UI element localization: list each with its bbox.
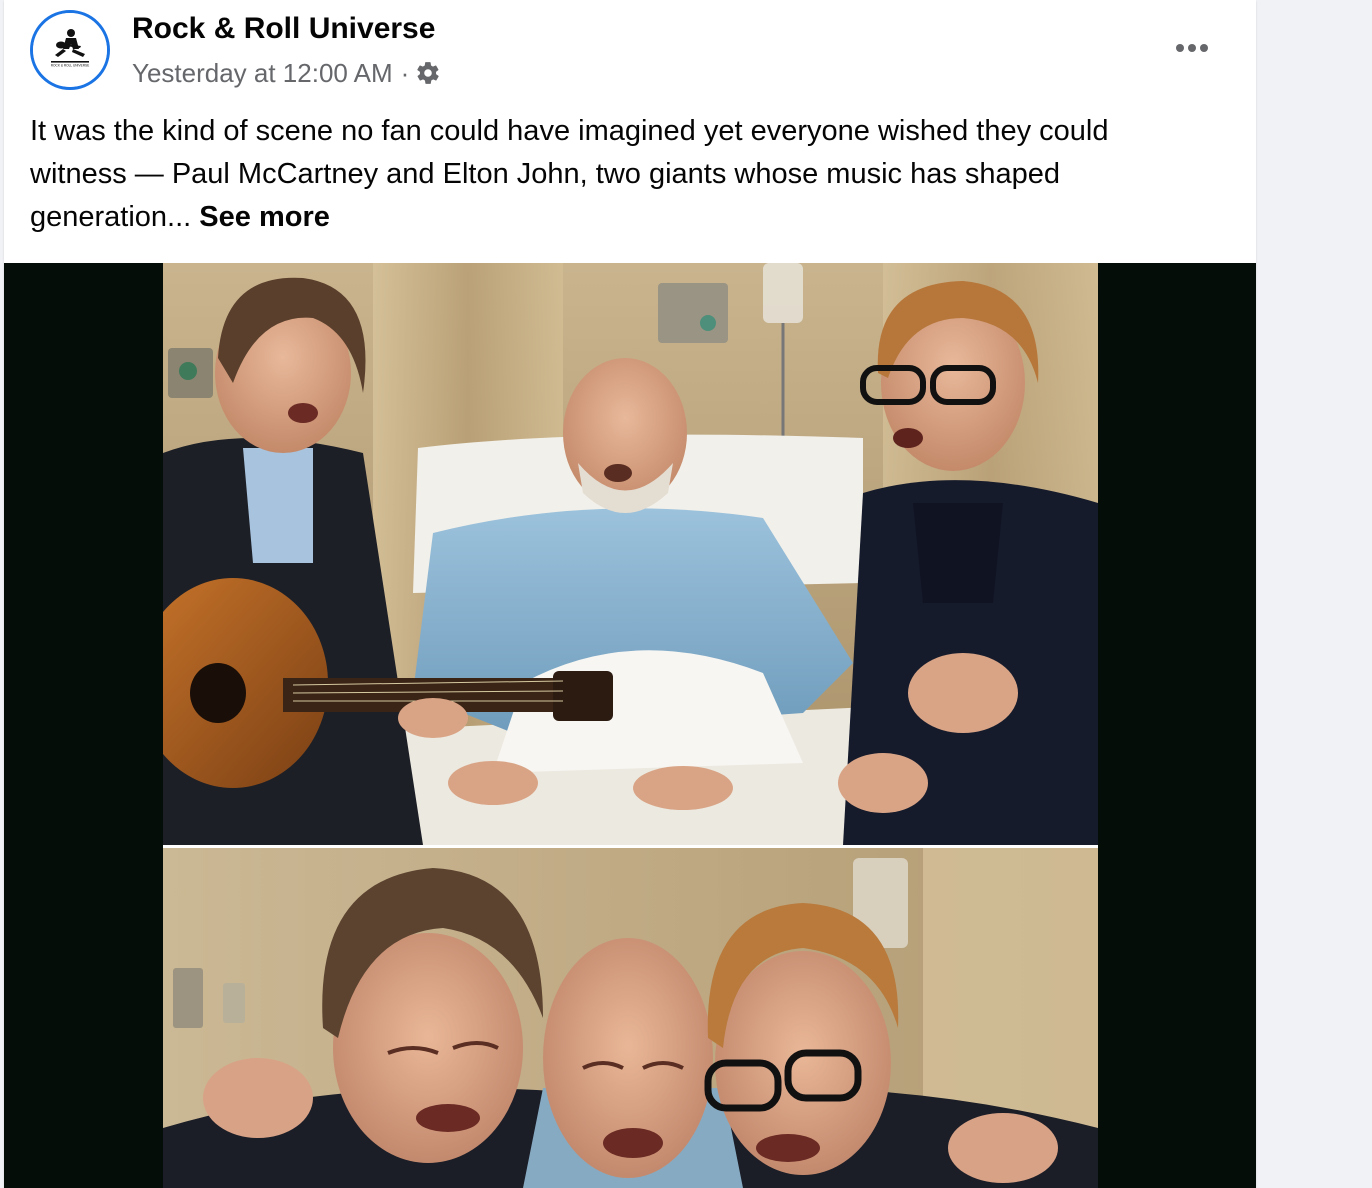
post-meta: Yesterday at 12:00 AM ·	[132, 56, 441, 90]
see-more-link[interactable]: See more	[199, 201, 330, 233]
rock-roll-logo-icon: ROCK & ROLL UNIVERSE	[33, 13, 107, 87]
avatar-logo-text: ROCK & ROLL UNIVERSE	[51, 64, 90, 68]
meta-separator: ·	[400, 57, 410, 88]
gear-icon[interactable]	[415, 60, 441, 86]
hospital-embrace-photo[interactable]	[163, 848, 1098, 1188]
more-options-button[interactable]	[1166, 28, 1218, 68]
post-header: ROCK & ROLL UNIVERSE Rock & Roll Univers…	[4, 0, 1256, 108]
hospital-singing-photo[interactable]	[163, 263, 1098, 845]
post-card: ROCK & ROLL UNIVERSE Rock & Roll Univers…	[4, 0, 1256, 1188]
post-timestamp[interactable]: Yesterday at 12:00 AM	[132, 58, 393, 89]
post-media	[4, 263, 1256, 1188]
page-avatar[interactable]: ROCK & ROLL UNIVERSE	[30, 10, 110, 90]
post-message: It was the kind of scene no fan could ha…	[30, 110, 1210, 239]
post-message-text: It was the kind of scene no fan could ha…	[30, 115, 1109, 233]
more-horizontal-icon	[1172, 42, 1212, 54]
page-name-link[interactable]: Rock & Roll Universe	[132, 12, 435, 46]
